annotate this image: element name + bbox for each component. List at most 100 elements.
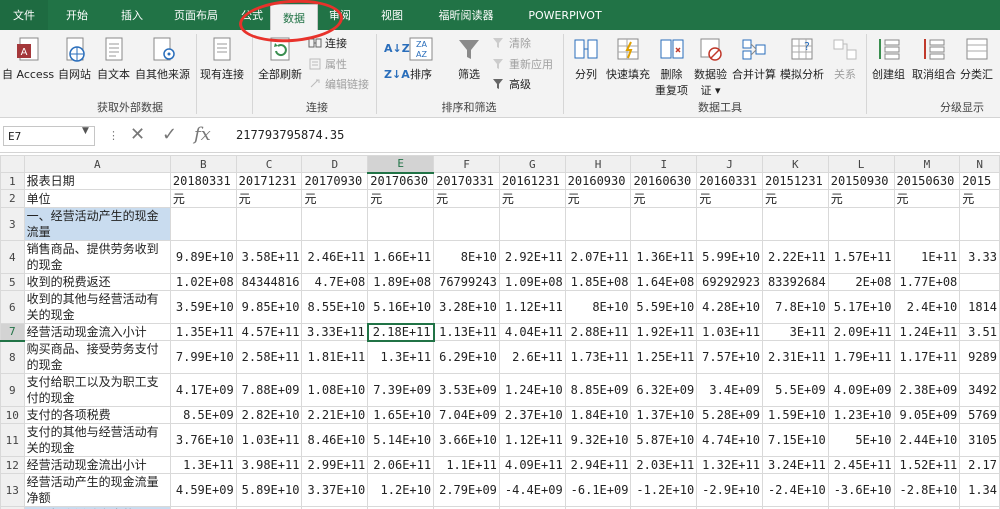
cell[interactable]: 2.03E+11	[630, 456, 698, 474]
from-other-sources-button[interactable]: 自其他来源	[135, 36, 190, 82]
row-header[interactable]: 7	[0, 323, 25, 342]
cell[interactable]: 5.28E+09	[696, 406, 763, 424]
data-validation-button[interactable]: 数据验 证 ▾	[694, 36, 727, 98]
cell[interactable]: 4.28E+10	[696, 290, 763, 324]
connections-button[interactable]: 连接	[308, 35, 347, 51]
cell[interactable]: 3.53E+09	[433, 373, 500, 407]
cell[interactable]: 1.12E+11	[498, 290, 566, 324]
tab-1[interactable]: 开始	[48, 0, 106, 30]
cell[interactable]: 2.45E+11	[827, 456, 895, 474]
cell[interactable]: 84344816	[235, 273, 303, 291]
tab-2[interactable]: 插入	[106, 0, 158, 30]
column-header[interactable]: M	[893, 155, 961, 173]
cell[interactable]: 2.99E+11	[301, 456, 369, 474]
cell[interactable]: 4.74E+10	[696, 423, 763, 457]
cell[interactable]	[761, 207, 829, 241]
cell[interactable]: 2.17	[959, 456, 1000, 474]
clear-filter-button[interactable]: 清除	[492, 35, 531, 51]
cell[interactable]: 5.89E+10	[235, 473, 303, 507]
chevron-down-icon[interactable]: ▼	[82, 126, 89, 136]
cell[interactable]: 3.76E+10	[169, 423, 237, 457]
column-header[interactable]: B	[169, 155, 237, 173]
from-web-button[interactable]: 自网站	[58, 36, 91, 82]
cell[interactable]	[433, 207, 500, 241]
column-header[interactable]: H	[564, 155, 632, 173]
cell[interactable]: 8.55E+10	[301, 290, 369, 324]
cell[interactable]: 1.32E+11	[696, 456, 763, 474]
column-header[interactable]: D	[301, 155, 369, 173]
cell[interactable]: 3.51	[959, 323, 1000, 341]
cell[interactable]: 1.37E+10	[630, 406, 698, 424]
cell[interactable]: 元	[959, 189, 1000, 208]
cell[interactable]: 元	[498, 189, 566, 208]
tab-0[interactable]: 文件	[0, 0, 48, 30]
cell[interactable]: 2.94E+11	[564, 456, 632, 474]
cell[interactable]	[959, 207, 1000, 241]
cell[interactable]	[235, 207, 303, 241]
cell[interactable]: 20160930	[564, 172, 632, 190]
cell[interactable]: 1.79E+11	[827, 340, 895, 374]
cell[interactable]: 单位	[23, 189, 171, 208]
formula-input[interactable]: 217793795874.35	[228, 126, 998, 146]
cell[interactable]: 1.64E+08	[630, 273, 698, 291]
cell[interactable]	[169, 207, 237, 241]
column-header[interactable]: I	[630, 155, 698, 173]
cell[interactable]: -4.4E+09	[498, 473, 566, 507]
cell[interactable]: -2.9E+10	[696, 473, 763, 507]
cell[interactable]: 3.33	[959, 240, 1000, 274]
cell[interactable]: 1.34	[959, 473, 1000, 507]
cell[interactable]: 2.37E+10	[498, 406, 566, 424]
cell[interactable]: 2.79E+09	[433, 473, 500, 507]
cell[interactable]: 2.44E+10	[893, 423, 961, 457]
cell[interactable]: -1.2E+10	[630, 473, 698, 507]
cell[interactable]: 1.09E+08	[498, 273, 566, 291]
select-all-corner[interactable]	[0, 155, 25, 173]
cell[interactable]: 7.88E+09	[235, 373, 303, 407]
column-header[interactable]: J	[696, 155, 763, 173]
edit-links-button[interactable]: 编辑链接	[308, 76, 369, 92]
cell[interactable]: 经营活动产生的现金流量净额	[23, 473, 171, 507]
cell[interactable]: 20161231	[498, 172, 566, 190]
row-header[interactable]: 3	[0, 207, 25, 241]
filter-button[interactable]: 筛选	[456, 36, 482, 82]
cell[interactable]: 4.7E+08	[301, 273, 369, 291]
cell[interactable]: 1.08E+10	[301, 373, 369, 407]
cell[interactable]: 1.52E+11	[893, 456, 961, 474]
cell[interactable]: 1.23E+10	[827, 406, 895, 424]
sort-button[interactable]: ZA AZ 排序	[408, 36, 434, 82]
cell[interactable]	[564, 207, 632, 241]
cell[interactable]: 8.5E+09	[169, 406, 237, 424]
cell[interactable]: -2.4E+10	[761, 473, 829, 507]
cell[interactable]: 元	[301, 189, 369, 208]
remove-duplicates-button[interactable]: 删除 重复项	[655, 36, 688, 98]
cell[interactable]: 8E+10	[564, 290, 632, 324]
cell[interactable]: 2.31E+11	[761, 340, 829, 374]
row-header[interactable]: 9	[0, 373, 25, 407]
row-header[interactable]: 4	[0, 240, 25, 274]
cell[interactable]: 元	[433, 189, 500, 208]
cell[interactable]: 20150930	[827, 172, 895, 190]
cell[interactable]: 3492	[959, 373, 1000, 407]
cell[interactable]: 8.85E+09	[564, 373, 632, 407]
cell[interactable]: 报表日期	[23, 172, 171, 190]
cell[interactable]: 20171231	[235, 172, 303, 190]
cell[interactable]: -3.6E+10	[827, 473, 895, 507]
cell[interactable]: 1.81E+11	[301, 340, 369, 374]
insert-function-icon[interactable]: fx	[194, 124, 211, 145]
cell[interactable]: 支付给职工以及为职工支付的现金	[23, 373, 171, 407]
column-header[interactable]: A	[23, 155, 171, 173]
row-header[interactable]: 1	[0, 172, 25, 190]
cell[interactable]: 1.3E+11	[169, 456, 237, 474]
cell[interactable]: 20160630	[630, 172, 698, 190]
cell[interactable]: 收到的税费返还	[23, 273, 171, 291]
cell[interactable]	[498, 207, 566, 241]
cell[interactable]: 1.77E+08	[893, 273, 961, 291]
cell[interactable]: 1.59E+10	[761, 406, 829, 424]
cell[interactable]: 20180331	[169, 172, 237, 190]
cell[interactable]: 收到的其他与经营活动有关的现金	[23, 290, 171, 324]
cell[interactable]: 2.18E+11	[366, 322, 435, 342]
cell[interactable]: 9289	[959, 340, 1000, 374]
cell[interactable]: 8E+10	[433, 240, 500, 274]
cell[interactable]: 2.82E+10	[235, 406, 303, 424]
cell[interactable]: 76799243	[433, 273, 500, 291]
